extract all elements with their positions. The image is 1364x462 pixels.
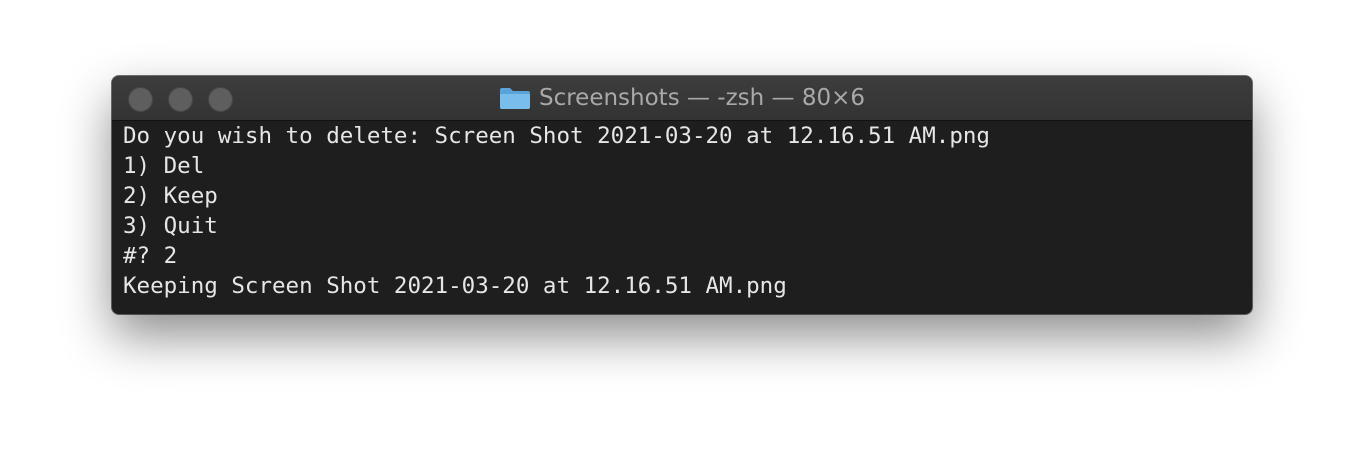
terminal-line: Keeping Screen Shot 2021-03-20 at 12.16.… <box>123 273 787 299</box>
terminal-output[interactable]: Do you wish to delete: Screen Shot 2021-… <box>123 121 1244 314</box>
terminal-line: Do you wish to delete: Screen Shot 2021-… <box>123 123 990 149</box>
terminal-line: 2) Keep <box>123 183 218 209</box>
terminal-line: 3) Quit <box>123 213 218 239</box>
window-title-group: Screenshots — -zsh — 80×6 <box>112 76 1252 120</box>
window-title: Screenshots — -zsh — 80×6 <box>538 85 866 111</box>
title-bar[interactable]: Screenshots — -zsh — 80×6 <box>112 76 1252 121</box>
terminal-window: Screenshots — -zsh — 80×6 Do you wish to… <box>112 76 1252 314</box>
terminal-line: 1) Del <box>123 153 205 179</box>
folder-icon <box>499 86 531 110</box>
terminal-line: #? 2 <box>123 243 178 269</box>
